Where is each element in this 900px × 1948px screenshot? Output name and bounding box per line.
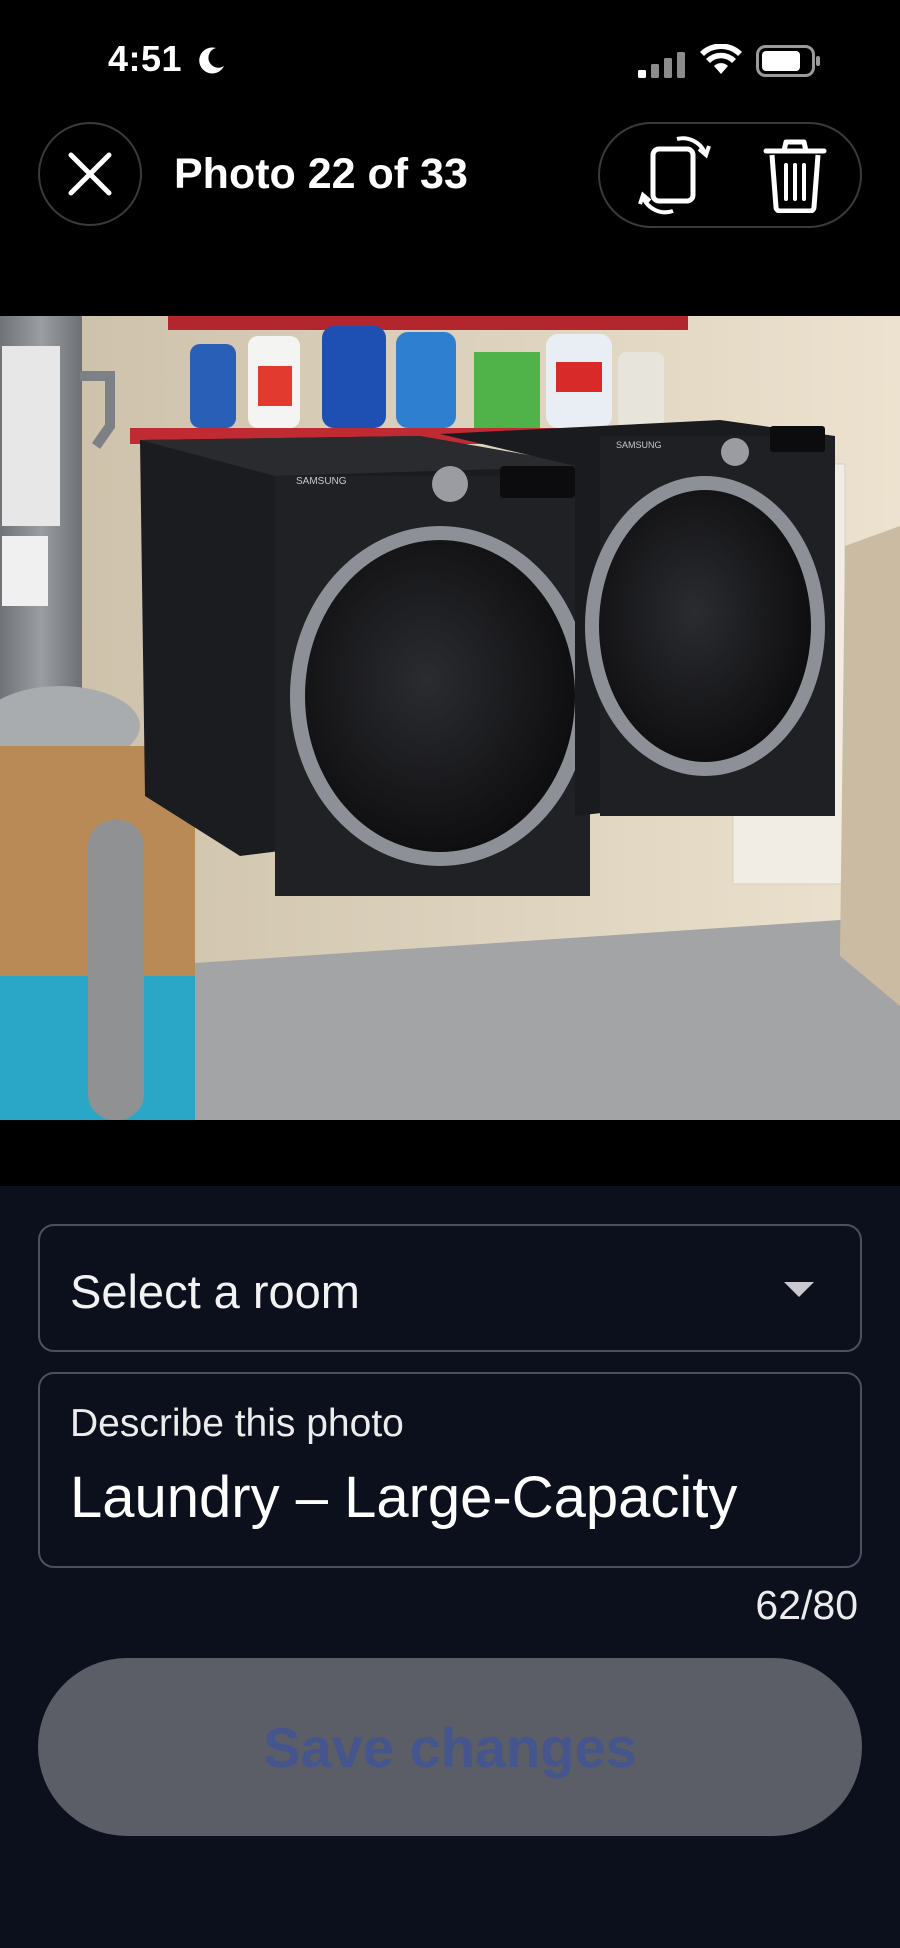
room-select-value: Select a room: [70, 1265, 360, 1318]
room-select[interactable]: Select a room: [38, 1224, 862, 1352]
dryer-brand: SAMSUNG: [616, 440, 662, 450]
rotate-button[interactable]: [630, 130, 720, 220]
battery-icon: [756, 45, 820, 77]
close-button[interactable]: [38, 122, 142, 226]
photo-details-form: Select a room Describe this photo Laundr…: [0, 1186, 900, 1948]
moon-icon: [199, 47, 224, 74]
status-time: 4:51: [108, 38, 183, 79]
photo-counter-title: Photo 22 of 33: [174, 150, 468, 198]
description-field[interactable]: Describe this photo Laundry – Large-Capa…: [38, 1372, 862, 1568]
description-label: Describe this photo: [70, 1402, 404, 1445]
rotate-icon: [638, 136, 711, 215]
cellular-signal-icon: [638, 52, 685, 78]
save-changes-button[interactable]: Save changes: [38, 1658, 862, 1836]
caret-down-icon: [784, 1282, 814, 1297]
trash-icon: [763, 139, 827, 213]
washer-brand: SAMSUNG: [296, 476, 347, 487]
photo-actions: [598, 122, 862, 228]
photo-illustration: SAMSUNG SAMSUNG: [0, 316, 900, 1120]
character-count: 62/80: [755, 1582, 858, 1628]
close-icon: [68, 152, 112, 196]
description-input[interactable]: Laundry – Large-Capacity: [70, 1464, 737, 1531]
wifi-icon: [700, 44, 742, 74]
laundry-photo[interactable]: SAMSUNG SAMSUNG: [0, 316, 900, 1120]
status-bar: 4:51: [0, 0, 900, 120]
delete-button[interactable]: [750, 130, 840, 220]
